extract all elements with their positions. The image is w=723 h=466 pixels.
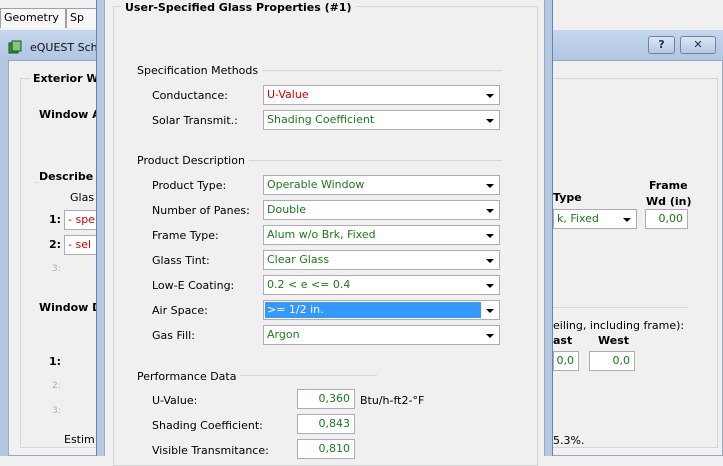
window-d-label: Window D	[39, 301, 102, 314]
conductance-select[interactable]: U-Value	[263, 85, 500, 105]
west-input[interactable]: 0,0	[589, 351, 635, 371]
vt-input[interactable]: 0,810	[297, 439, 355, 459]
lowe-select[interactable]: 0.2 < e <= 0.4	[263, 275, 500, 295]
west-header: West	[598, 334, 630, 347]
frame-type-dialog-select[interactable]: Alum w/o Brk, Fixed	[263, 225, 500, 245]
spec-section-title: Specification Methods	[137, 64, 263, 77]
glass-header: Glas	[70, 191, 95, 204]
air-space-highlight: >= 1/2 in.	[265, 302, 481, 318]
gas-fill-label: Gas Fill:	[152, 329, 195, 342]
describe-label: Describe	[39, 170, 97, 183]
row-3-number: 3:	[52, 264, 61, 274]
sc-input[interactable]: 0,843	[297, 414, 355, 434]
chevron-down-icon	[482, 87, 498, 103]
help-button[interactable]: ?	[648, 36, 675, 54]
app-icon	[8, 40, 22, 54]
chevron-down-icon	[482, 252, 498, 268]
frame-wd-header-1: Frame	[649, 179, 688, 192]
uvalue-unit: Btu/h-ft2-°F	[360, 394, 425, 407]
estimate-label: Estim	[64, 433, 95, 446]
chevron-down-icon	[482, 302, 498, 318]
chevron-down-icon	[482, 277, 498, 293]
frame-wd-header-2: Wd (in)	[646, 195, 692, 208]
percent-text: 5.3%.	[553, 434, 585, 447]
back-window-title: eQUEST Sch	[30, 41, 98, 54]
frame-type-header: Type	[553, 191, 582, 204]
chevron-down-icon	[482, 227, 498, 243]
tab-sp[interactable]: Sp	[66, 8, 98, 28]
window-d-separator	[553, 307, 688, 308]
wd-row-1-number: 1:	[49, 355, 62, 368]
frame-type-label: Frame Type:	[152, 229, 219, 242]
close-button[interactable]: ✕	[680, 36, 716, 54]
chevron-down-icon	[482, 177, 498, 193]
product-section-title: Product Description	[137, 154, 249, 167]
air-space-label: Air Space:	[152, 304, 208, 317]
perf-section-title: Performance Data	[137, 370, 241, 383]
dialog-title: User-Specified Glass Properties (#1)	[121, 1, 356, 14]
tab-geometry[interactable]: Geometry	[0, 8, 66, 28]
window-a-label: Window A	[39, 108, 101, 121]
east-header: ast	[553, 334, 573, 347]
exterior-group-title: Exterior W	[30, 72, 102, 85]
glass-tint-select[interactable]: Clear Glass	[263, 250, 500, 270]
glass-tint-label: Glass Tint:	[152, 254, 210, 267]
glass-select-row-1[interactable]: - spe	[64, 210, 98, 230]
gas-fill-select[interactable]: Argon	[263, 325, 500, 345]
wd-row-3-number: 3:	[52, 406, 61, 416]
glass-select-row-2[interactable]: - sel	[64, 235, 98, 255]
row-2-number: 2:	[49, 238, 62, 251]
east-input[interactable]: 0,0	[553, 351, 579, 371]
sc-label: Shading Coefficient:	[152, 419, 263, 432]
solar-transmit-select[interactable]: Shading Coefficient	[263, 110, 500, 130]
panes-select[interactable]: Double	[263, 200, 500, 220]
solar-transmit-label: Solar Transmit.:	[152, 114, 238, 127]
lowe-label: Low-E Coating:	[152, 279, 235, 292]
air-space-select[interactable]: >= 1/2 in.	[263, 300, 500, 320]
panes-label: Number of Panes:	[152, 204, 250, 217]
chevron-down-icon	[482, 112, 498, 128]
uvalue-input[interactable]: 0,360	[297, 389, 355, 409]
chevron-down-icon	[619, 211, 635, 227]
uvalue-label: U-Value:	[152, 394, 198, 407]
chevron-down-icon	[482, 202, 498, 218]
product-type-select[interactable]: Operable Window	[263, 175, 500, 195]
wd-row-2-number: 2:	[52, 381, 61, 391]
vt-label: Visible Transmitance:	[152, 444, 269, 457]
conductance-label: Conductance:	[152, 89, 228, 102]
ceiling-text: eiling, including frame):	[553, 319, 685, 332]
chevron-down-icon	[482, 327, 498, 343]
frame-type-select[interactable]: k, Fixed	[553, 209, 637, 229]
product-type-label: Product Type:	[152, 179, 227, 192]
row-1-number: 1:	[49, 213, 62, 226]
frame-wd-input[interactable]: 0,00	[645, 209, 688, 229]
